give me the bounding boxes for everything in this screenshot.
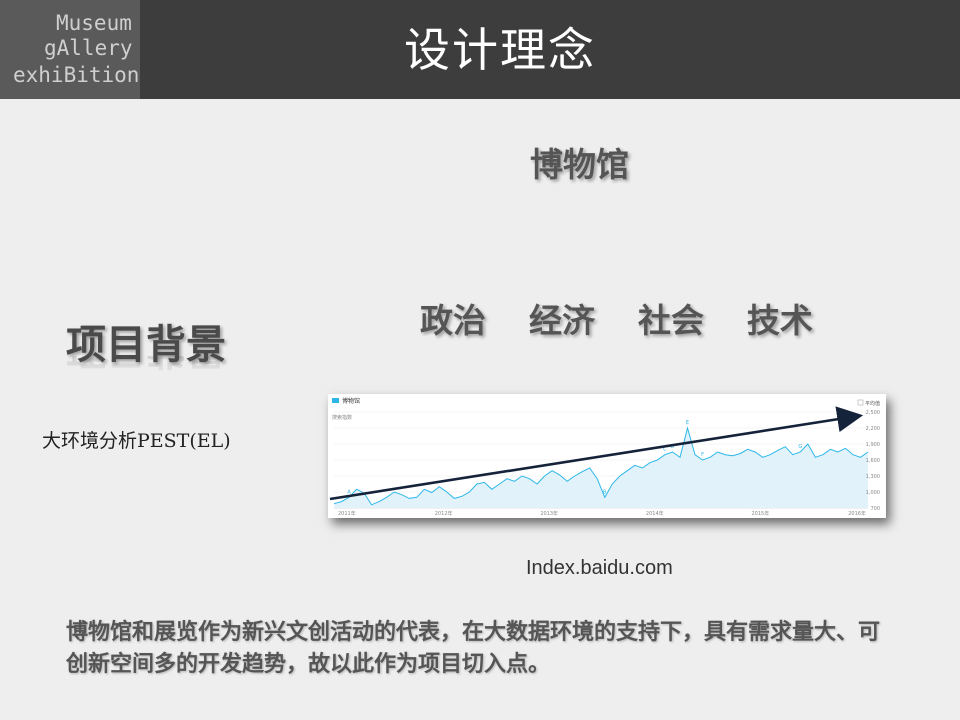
logo-line-2: gAllery bbox=[44, 36, 133, 60]
x-tick-label: 2014年 bbox=[646, 510, 664, 517]
logo-line-3: exhiBition bbox=[13, 63, 140, 87]
series-area bbox=[334, 428, 868, 508]
pest-factors: 政治 经济 社会 技术 bbox=[420, 301, 813, 340]
chart-source: Index.baidu.com bbox=[526, 557, 673, 579]
chart-svg: 博物馆 搜索指数 平均值 BC DEFGA 2,5002,2001,9001,60… bbox=[329, 397, 880, 517]
avg-label: 平均值 bbox=[865, 400, 880, 407]
y-tick-label: 1,600 bbox=[866, 458, 880, 464]
x-tick-label: 2011年 bbox=[338, 510, 356, 517]
avg-checkbox[interactable] bbox=[857, 399, 864, 406]
logo: Museum gAllery exhiBition bbox=[0, 0, 140, 99]
annotation-marker: E bbox=[686, 420, 689, 426]
y-tick-label: 1,000 bbox=[866, 490, 880, 496]
page-title: 设计理念 bbox=[404, 23, 596, 77]
baidu-index-chart: 博物馆 搜索指数 平均值 BCDEFGA 2,500 2,200 1,900 1,60… bbox=[328, 394, 886, 518]
chart-subheading: 搜索指数 bbox=[332, 414, 352, 421]
annotation-marker: G bbox=[798, 444, 802, 450]
body-paragraph: 博物馆和展览作为新兴文创活动的代表，在大数据环境的支持下，具有需求量大、可创新空… bbox=[66, 620, 881, 677]
section-title-reflection: 项目背景 bbox=[66, 356, 226, 382]
x-tick-label: 2012年 bbox=[435, 510, 453, 517]
y-tick-label: 700 bbox=[870, 506, 880, 512]
annotation-marker: F bbox=[701, 452, 704, 458]
annotation-marker: B bbox=[603, 489, 607, 495]
header-bar: Museum gAllery exhiBition 设计理念 bbox=[0, 0, 960, 99]
x-tick-label: 2013年 bbox=[540, 510, 558, 517]
x-tick-label: 2015年 bbox=[752, 510, 770, 517]
legend-label: 博物馆 bbox=[342, 397, 360, 405]
y-tick-label: 1,900 bbox=[866, 442, 880, 448]
legend-swatch bbox=[332, 398, 339, 403]
museum-label: 博物馆 bbox=[530, 145, 629, 184]
section-subtitle: 大环境分析PEST(EL) bbox=[42, 430, 231, 452]
y-tick-label: 2,200 bbox=[866, 426, 880, 432]
x-tick-label: 2016年 bbox=[848, 510, 866, 517]
logo-line-1: Museum bbox=[56, 11, 132, 35]
y-tick-label: 1,300 bbox=[866, 474, 880, 480]
y-tick-label: 2,500 bbox=[866, 410, 880, 416]
